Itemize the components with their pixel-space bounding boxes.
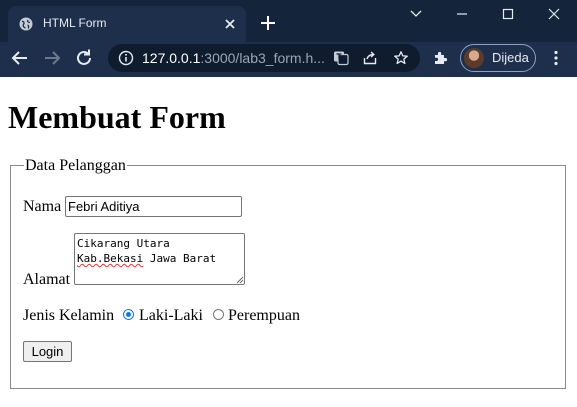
alamat-label: Alamat	[23, 271, 71, 288]
minimize-icon	[457, 13, 467, 15]
alamat-line-2: Jawa Barat	[143, 252, 217, 265]
extensions-puzzle-icon[interactable]	[432, 50, 449, 67]
avatar	[464, 48, 484, 68]
radio-laki-laki-label[interactable]: Laki-Laki	[139, 307, 203, 325]
page-content: Membuat Form Data Pelanggan Nama Febri A…	[0, 77, 577, 407]
forward-arrow-icon[interactable]	[40, 46, 64, 70]
url-text: 127.0.0.1:3000/lab3_form.h...	[142, 50, 325, 66]
maximize-button[interactable]	[485, 0, 531, 28]
radio-laki-laki[interactable]	[123, 309, 134, 320]
reload-icon[interactable]	[72, 46, 96, 70]
profile-button[interactable]: Dijeda	[460, 44, 536, 72]
radio-perempuan-label[interactable]: Perempuan	[228, 307, 300, 325]
page-title: Membuat Form	[8, 99, 226, 135]
tab-html-form[interactable]: HTML Form	[8, 6, 246, 42]
nama-label: Nama	[23, 198, 62, 215]
translate-icon[interactable]	[333, 50, 349, 66]
fieldset-legend: Data Pelanggan	[24, 157, 127, 175]
share-icon[interactable]	[362, 50, 378, 66]
browser-chrome: HTML Form 127.0.0.1:3000/lab3_form.h... …	[0, 0, 577, 77]
close-window-button[interactable]	[531, 0, 577, 28]
resize-grip-icon[interactable]	[236, 276, 244, 284]
chevron-down-icon	[410, 10, 422, 17]
nama-input[interactable]: Febri Aditiya	[65, 196, 242, 217]
login-button[interactable]: Login	[23, 341, 72, 362]
maximize-icon	[502, 8, 514, 20]
misspelled-word: Kab.Bekasi	[77, 252, 144, 265]
globe-icon	[19, 17, 33, 31]
jenis-kelamin-label: Jenis Kelamin	[23, 307, 115, 324]
tab-search-button[interactable]	[393, 0, 439, 28]
info-icon[interactable]	[118, 50, 134, 66]
back-arrow-icon[interactable]	[8, 46, 32, 70]
close-icon	[548, 8, 560, 20]
alamat-line-1: Cikarang Utara	[77, 237, 170, 250]
tab-title: HTML Form	[43, 16, 107, 30]
radio-perempuan[interactable]	[213, 309, 224, 320]
address-bar[interactable]: 127.0.0.1:3000/lab3_form.h...	[108, 44, 420, 72]
alamat-textarea[interactable]: Cikarang Utara Kab.Bekasi Jawa Barat	[74, 233, 245, 285]
menu-kebab-icon[interactable]	[547, 49, 565, 67]
profile-name: Dijeda	[492, 50, 529, 65]
minimize-button[interactable]	[439, 0, 485, 28]
bookmark-star-icon[interactable]	[393, 50, 409, 66]
close-tab-icon[interactable]	[221, 15, 239, 33]
new-tab-icon[interactable]	[258, 13, 278, 33]
